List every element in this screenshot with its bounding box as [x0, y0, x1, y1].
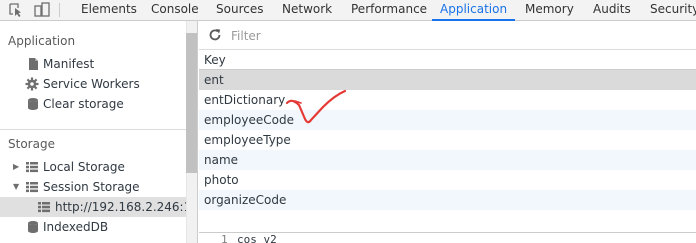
table-row[interactable]: name [199, 150, 696, 170]
table-row[interactable] [199, 210, 696, 230]
tab-audits[interactable]: Audits [593, 0, 631, 20]
document-icon [26, 57, 40, 71]
inspect-element-icon[interactable] [4, 0, 26, 20]
table-row[interactable]: photo [199, 170, 696, 190]
sidebar-item-label: Service Workers [43, 77, 140, 91]
section-title-application: Application [8, 34, 76, 48]
sidebar-item-label: IndexedDB [43, 220, 109, 234]
sidebar-item-session-origin[interactable]: http://192.168.2.246:120 [0, 197, 197, 217]
table-row[interactable]: employeeCode [199, 110, 696, 130]
grid-icon [25, 180, 39, 194]
filter-toolbar [199, 21, 696, 50]
sidebar-item-clear-storage[interactable]: Clear storage [0, 94, 186, 114]
column-header-key[interactable]: Key [199, 50, 696, 70]
device-toolbar-icon[interactable] [31, 0, 53, 20]
tab-sources[interactable]: Sources [216, 0, 263, 20]
sidebar-item-service-workers[interactable]: Service Workers [0, 74, 186, 94]
expand-arrow-icon[interactable]: ▶ [13, 157, 19, 177]
sidebar-item-manifest[interactable]: Manifest [0, 54, 186, 74]
grid-icon [37, 200, 51, 214]
table-row[interactable]: ent [199, 70, 696, 90]
sidebar-scrollbar-thumb[interactable] [186, 33, 197, 173]
tab-console[interactable]: Console [151, 0, 199, 20]
sidebar-item-label: http://192.168.2.246:120 [55, 200, 198, 214]
preview-value: cos v2 [237, 233, 277, 243]
storage-table-body: ent entDictionary employeeCode employeeT… [199, 70, 696, 230]
tab-memory[interactable]: Memory [525, 0, 574, 20]
line-number: 1 [221, 233, 228, 243]
tab-performance[interactable]: Performance [351, 0, 427, 20]
toolbar-separator [59, 3, 60, 17]
tab-application[interactable]: Application [431, 0, 516, 21]
section-title-storage: Storage [8, 137, 55, 151]
sidebar-item-label: Local Storage [43, 160, 125, 174]
tab-elements[interactable]: Elements [81, 0, 137, 20]
tab-network[interactable]: Network [282, 0, 332, 20]
refresh-icon[interactable] [207, 27, 223, 43]
sidebar-item-label: Manifest [43, 57, 95, 71]
table-row[interactable]: entDictionary [199, 90, 696, 110]
grid-icon [25, 160, 39, 174]
sidebar-item-label: Clear storage [43, 97, 124, 111]
filter-input[interactable] [231, 26, 691, 45]
sidebar-divider [0, 129, 186, 130]
database-icon [26, 220, 40, 234]
sidebar-item-label: Session Storage [43, 180, 140, 194]
sidebar-item-session-storage[interactable]: ▼ Session Storage [0, 177, 186, 197]
session-storage-panel: Key ent entDictionary employeeCode emplo… [199, 21, 696, 243]
sidebar-item-indexeddb[interactable]: IndexedDB [0, 217, 186, 237]
gear-icon [25, 77, 39, 91]
tab-security[interactable]: Security [650, 0, 696, 20]
table-row[interactable]: organizeCode [199, 190, 696, 210]
sidebar-item-local-storage[interactable]: ▶ Local Storage [0, 157, 186, 177]
application-sidebar: Application Manifest Service Workers Cle… [0, 21, 198, 243]
collapse-arrow-icon[interactable]: ▼ [13, 177, 19, 197]
value-preview: 1 cos v2 [199, 233, 696, 243]
table-row[interactable]: employeeType [199, 130, 696, 150]
devtools-tabbar: Elements Console Sources Network Perform… [0, 0, 696, 21]
database-icon [26, 97, 40, 111]
